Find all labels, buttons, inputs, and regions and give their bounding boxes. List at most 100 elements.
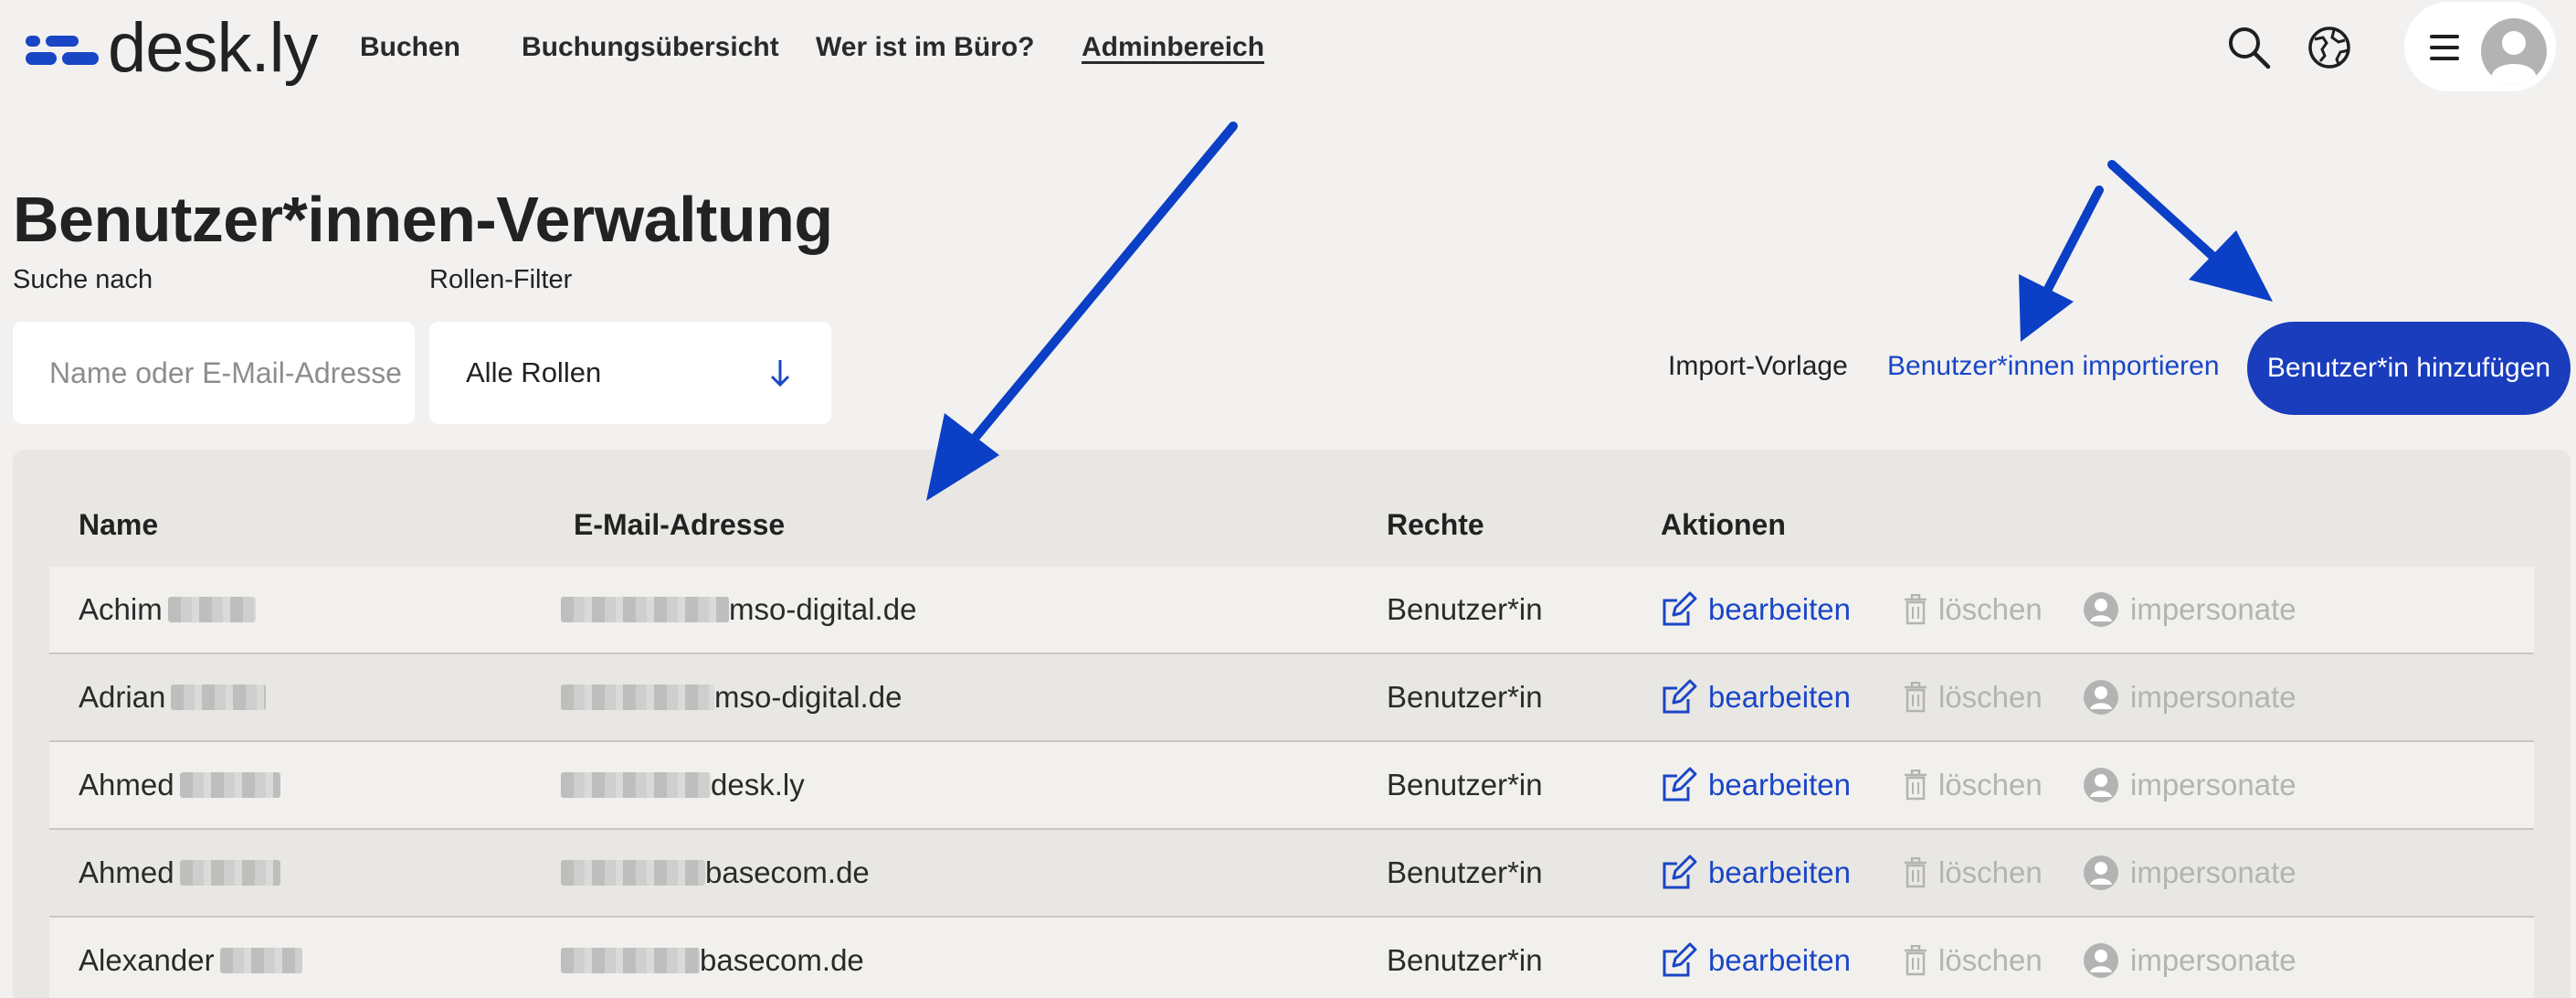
impersonate-label: impersonate: [2130, 943, 2296, 977]
trash-icon: [1905, 857, 1927, 888]
user-first-name: Adrian: [79, 680, 166, 714]
user-email-cell: desk.ly: [561, 742, 805, 828]
import-users-link[interactable]: Benutzer*innen importieren: [1887, 351, 2220, 382]
edit-user-button[interactable]: bearbeiten: [1661, 918, 1851, 998]
delete-label: löschen: [1938, 943, 2043, 977]
user-circle-icon: [2084, 943, 2118, 978]
impersonate-label: impersonate: [2130, 855, 2296, 889]
table-row: Ahmed basecom.de Benutzer*in bearbeiten: [49, 830, 2534, 918]
delete-label: löschen: [1938, 768, 2043, 802]
edit-label: bearbeiten: [1708, 855, 1851, 889]
edit-icon: [1663, 679, 1697, 714]
logo-mark-icon: [26, 30, 99, 67]
trash-icon: [1905, 682, 1927, 713]
edit-icon: [1663, 855, 1697, 889]
user-menu-button[interactable]: [2404, 2, 2556, 91]
nav-adminbereich[interactable]: Adminbereich: [1082, 26, 1264, 69]
table-row: Achim mso-digital.de Benutzer*in bearbei…: [49, 567, 2534, 654]
user-role-cell: Benutzer*in: [1387, 592, 1543, 626]
redacted-email-local-part: [561, 685, 714, 710]
delete-user-button[interactable]: löschen: [1904, 918, 2043, 998]
impersonate-label: impersonate: [2130, 592, 2296, 626]
edit-user-button[interactable]: bearbeiten: [1661, 742, 1851, 828]
user-circle-icon: [2084, 768, 2118, 802]
user-circle-icon: [2084, 680, 2118, 715]
delete-user-button[interactable]: löschen: [1904, 654, 2043, 740]
logo-text: desk.ly: [108, 9, 319, 87]
user-circle-icon: [2084, 592, 2118, 627]
user-role-cell: Benutzer*in: [1387, 855, 1543, 889]
redacted-email-local-part: [561, 948, 700, 973]
table-row: Alexander basecom.de Benutzer*in bearbei…: [49, 918, 2534, 998]
redacted-last-name: [179, 860, 280, 886]
edit-user-button[interactable]: bearbeiten: [1661, 654, 1851, 740]
impersonate-label: impersonate: [2130, 680, 2296, 714]
trash-icon: [1905, 945, 1927, 976]
edit-label: bearbeiten: [1708, 592, 1851, 626]
edit-label: bearbeiten: [1708, 768, 1851, 802]
page-title: Benutzer*innen-Verwaltung: [13, 184, 833, 255]
impersonate-user-button[interactable]: impersonate: [2083, 830, 2296, 916]
globe-icon[interactable]: [2304, 22, 2355, 73]
delete-label: löschen: [1938, 855, 2043, 889]
role-filter-select[interactable]: Alle Rollen: [429, 322, 831, 424]
user-name-cell: Achim: [79, 567, 256, 653]
column-header-name: Name: [79, 508, 159, 541]
delete-user-button[interactable]: löschen: [1904, 742, 2043, 828]
impersonate-user-button[interactable]: impersonate: [2083, 654, 2296, 740]
redacted-email-local-part: [561, 597, 729, 622]
role-filter-value: Alle Rollen: [466, 356, 602, 388]
user-circle-icon: [2084, 855, 2118, 890]
edit-icon: [1663, 942, 1697, 977]
user-email-cell: basecom.de: [561, 830, 870, 916]
redacted-last-name: [179, 772, 280, 798]
user-email-domain: basecom.de: [705, 855, 870, 889]
arrow-down-icon: [770, 360, 790, 388]
user-first-name: Ahmed: [79, 855, 174, 889]
search-input[interactable]: [13, 322, 415, 424]
user-first-name: Ahmed: [79, 768, 174, 802]
edit-user-button[interactable]: bearbeiten: [1661, 830, 1851, 916]
delete-user-button[interactable]: löschen: [1904, 567, 2043, 653]
search-icon[interactable]: [2223, 22, 2275, 73]
desk-ly-logo[interactable]: desk.ly: [26, 7, 319, 90]
import-template-link[interactable]: Import-Vorlage: [1668, 351, 1848, 382]
nav-wer-ist-im-buero[interactable]: Wer ist im Büro?: [816, 26, 1034, 69]
edit-label: bearbeiten: [1708, 943, 1851, 977]
redacted-last-name: [219, 948, 302, 973]
redacted-email-local-part: [561, 772, 711, 798]
user-email-domain: mso-digital.de: [729, 592, 917, 626]
search-label: Suche nach: [13, 265, 153, 294]
impersonate-user-button[interactable]: impersonate: [2083, 918, 2296, 998]
user-email-domain: basecom.de: [700, 943, 864, 977]
add-user-button[interactable]: Benutzer*in hinzufügen: [2247, 322, 2571, 415]
nav-buchungsuebersicht[interactable]: Buchungsübersicht: [522, 26, 779, 69]
redacted-last-name: [171, 685, 267, 710]
impersonate-user-button[interactable]: impersonate: [2083, 742, 2296, 828]
delete-label: löschen: [1938, 592, 2043, 626]
edit-icon: [1663, 591, 1697, 626]
trash-icon: [1905, 770, 1927, 801]
edit-label: bearbeiten: [1708, 680, 1851, 714]
nav-buchen[interactable]: Buchen: [360, 26, 460, 69]
edit-user-button[interactable]: bearbeiten: [1661, 567, 1851, 653]
table-row: Ahmed desk.ly Benutzer*in bearbeiten lös…: [49, 742, 2534, 830]
user-name-cell: Adrian: [79, 654, 267, 740]
hamburger-icon: [2430, 35, 2463, 60]
user-name-cell: Alexander: [79, 918, 302, 998]
avatar-icon: [2481, 18, 2547, 84]
user-role-cell: Benutzer*in: [1387, 768, 1543, 802]
user-email-cell: mso-digital.de: [561, 654, 902, 740]
user-email-cell: basecom.de: [561, 918, 864, 998]
table-row: Adrian mso-digital.de Benutzer*in bearbe…: [49, 654, 2534, 742]
delete-label: löschen: [1938, 680, 2043, 714]
redacted-last-name: [167, 597, 256, 622]
delete-user-button[interactable]: löschen: [1904, 830, 2043, 916]
top-navigation-bar: desk.ly Buchen Buchungsübersicht Wer ist…: [0, 0, 2576, 95]
user-name-cell: Ahmed: [79, 742, 280, 828]
user-email-domain: mso-digital.de: [714, 680, 903, 714]
impersonate-user-button[interactable]: impersonate: [2083, 567, 2296, 653]
trash-icon: [1905, 594, 1927, 625]
redacted-email-local-part: [561, 860, 705, 886]
user-first-name: Alexander: [79, 943, 215, 977]
